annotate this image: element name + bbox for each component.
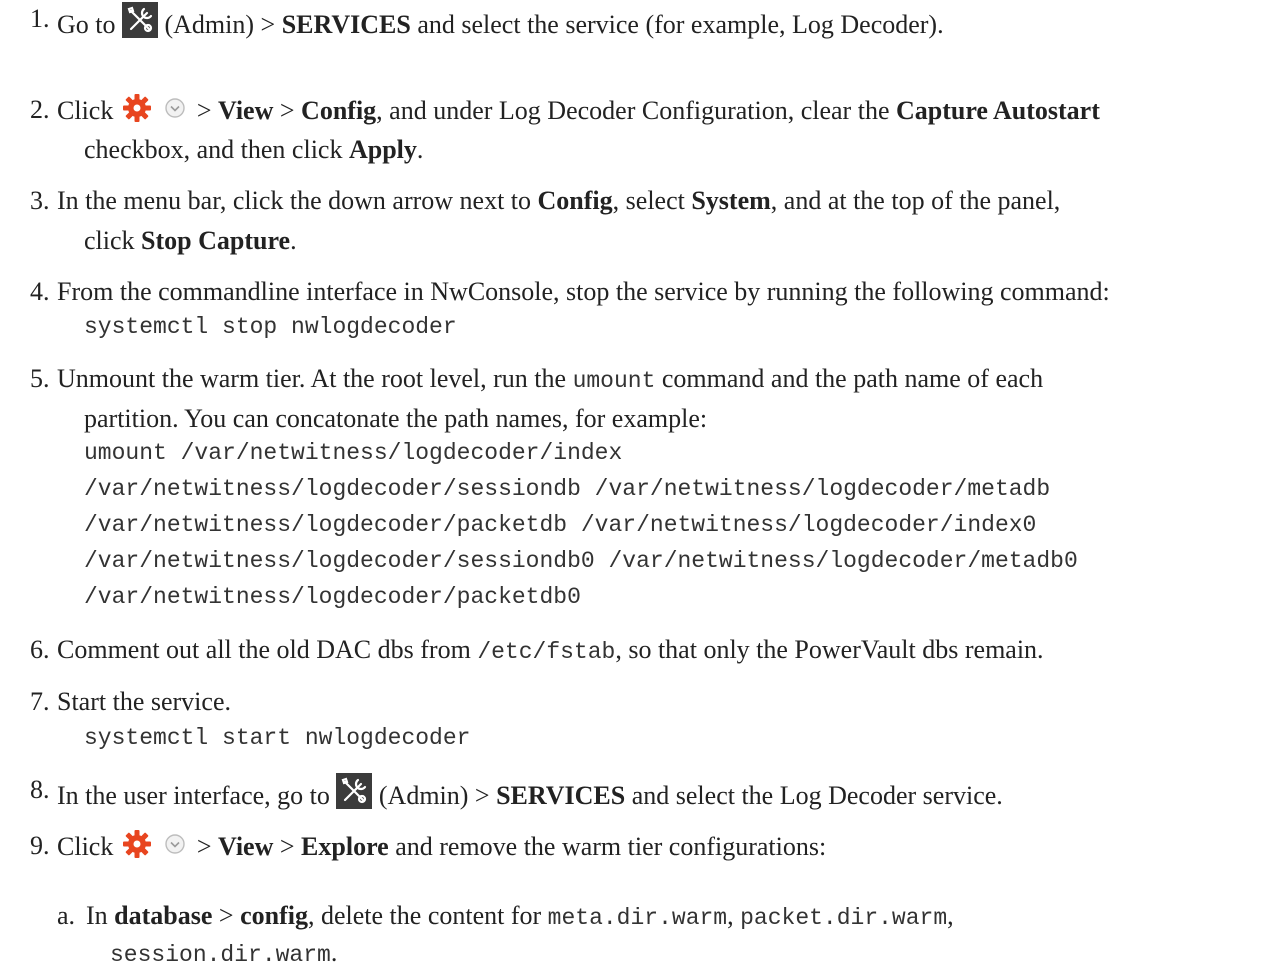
command-code-line: /var/netwitness/logdecoder/sessiondb0 /v… bbox=[84, 548, 1078, 574]
gear-icon[interactable] bbox=[120, 829, 154, 859]
chevron-down-circle-icon[interactable] bbox=[160, 829, 190, 859]
step-number: 5. bbox=[30, 364, 50, 393]
inline-code: packet.dir.warm bbox=[740, 905, 948, 931]
command-code-line: /var/netwitness/logdecoder/packetdb0 bbox=[84, 584, 581, 610]
command-code-line: /var/netwitness/logdecoder/packetdb /var… bbox=[84, 512, 1037, 538]
inline-code: session.dir.warm bbox=[110, 942, 331, 968]
inline-code: /etc/fstab bbox=[477, 639, 616, 665]
step-number: 4. bbox=[30, 277, 50, 306]
admin-tools-icon[interactable] bbox=[122, 2, 158, 38]
step-number: 8. bbox=[30, 775, 50, 804]
admin-tools-icon[interactable] bbox=[336, 773, 373, 809]
command-code: systemctl stop nwlogdecoder bbox=[84, 314, 457, 340]
inline-code: meta.dir.warm bbox=[547, 905, 728, 931]
step-number: 9. bbox=[30, 831, 50, 860]
step-number: 1. bbox=[30, 4, 50, 33]
step-number: 7. bbox=[30, 687, 50, 716]
step-number: 3. bbox=[30, 186, 50, 215]
gear-icon[interactable] bbox=[120, 93, 154, 123]
step-number: a. bbox=[57, 901, 76, 930]
inline-code: umount bbox=[572, 368, 656, 394]
step-number: 6. bbox=[30, 635, 50, 664]
command-code: systemctl start nwlogdecoder bbox=[84, 725, 471, 751]
chevron-down-circle-icon[interactable] bbox=[160, 93, 190, 123]
step-number: 2. bbox=[30, 95, 50, 124]
command-code-line: /var/netwitness/logdecoder/sessiondb /va… bbox=[84, 476, 1051, 502]
command-code-line: umount /var/netwitness/logdecoder/index bbox=[84, 440, 623, 466]
document-page: 1. Go to (Admin) > SERVICES and select t… bbox=[30, 2, 1110, 968]
